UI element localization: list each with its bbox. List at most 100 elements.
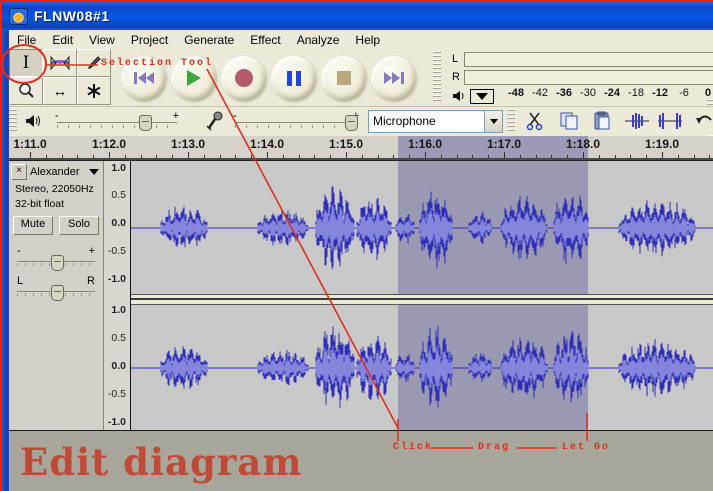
output-volume-slider[interactable]: - +	[57, 117, 177, 129]
tools-grid: I ↔	[9, 49, 111, 105]
stereo-waveform	[131, 161, 713, 430]
multi-tool-button[interactable]	[77, 77, 111, 105]
drag-label: Drag	[478, 442, 510, 453]
menu-analyze[interactable]: Analyze	[289, 31, 348, 49]
time-label: 1:17.0	[487, 137, 521, 151]
magnifier-icon	[17, 82, 35, 100]
db-tick: -12	[648, 87, 672, 99]
meter-scale-row: -48 -42 -36 -30 -24 -18 -12 -6 0	[452, 87, 713, 105]
input-volume-thumb[interactable]	[345, 115, 358, 131]
vr-label: -1.0	[108, 416, 126, 428]
gain-thumb[interactable]	[51, 255, 64, 271]
pan-thumb[interactable]	[51, 285, 64, 301]
copy-icon	[559, 111, 579, 131]
vr-label: 0.5	[111, 332, 126, 344]
annotation-border-left	[0, 0, 2, 491]
zoom-tool-button[interactable]	[9, 77, 43, 105]
vr-label: -1.0	[108, 273, 126, 285]
pause-button[interactable]	[271, 56, 316, 101]
track-name: Alexander	[30, 166, 80, 178]
track-close-button[interactable]: ×	[11, 164, 27, 180]
db-tick: -36	[552, 87, 576, 99]
track-region: × Alexander Stereo, 22050Hz 32-bit float…	[9, 160, 713, 432]
db-scale: -48 -42 -36 -30 -24 -18 -12 -6 0	[504, 87, 713, 99]
menu-edit[interactable]: Edit	[44, 31, 81, 49]
time-shift-tool-button[interactable]: ↔	[43, 77, 77, 105]
input-source-select[interactable]: Microphone	[368, 110, 503, 133]
db-tick: -42	[528, 87, 552, 99]
ibeam-icon: I	[23, 53, 30, 73]
input-volume-slider[interactable]: - +	[235, 117, 357, 129]
output-max-label: +	[173, 110, 179, 122]
time-label: 1:13.0	[171, 137, 205, 151]
time-label: 1:14.0	[250, 137, 284, 151]
menu-file[interactable]: File	[9, 31, 44, 49]
output-speaker-icon	[25, 114, 41, 128]
timeline-ruler[interactable]: 1:11.0 1:12.0 1:13.0 1:14.0 1:15.0 1:16.…	[9, 136, 713, 160]
stop-icon	[336, 70, 352, 86]
silence-button[interactable]	[655, 109, 685, 133]
cut-scissors-icon	[526, 111, 546, 131]
edit-toolbar-grip[interactable]	[507, 109, 515, 133]
combo-arrow-icon	[490, 119, 498, 124]
speaker-icon	[452, 90, 466, 102]
record-icon	[234, 68, 254, 88]
skip-to-end-button[interactable]	[371, 56, 416, 101]
envelope-tool-button[interactable]	[43, 49, 77, 77]
menu-generate[interactable]: Generate	[176, 31, 242, 49]
track-title-menu[interactable]: Alexander	[27, 166, 101, 178]
selection-tool-button[interactable]: I	[9, 49, 43, 77]
gain-slider[interactable]: - +	[17, 257, 95, 267]
db-tick: -30	[576, 87, 600, 99]
selection-tool-callout: Selection Tool	[101, 58, 213, 69]
edit-diagram-caption: Edit diagram	[20, 440, 303, 484]
envelope-icon	[49, 55, 71, 71]
title-bar[interactable]: FLNW08#1	[2, 2, 713, 30]
db-tick: -48	[504, 87, 528, 99]
arrows-icon: ↔	[53, 83, 68, 100]
menu-effect[interactable]: Effect	[242, 31, 288, 49]
pause-icon	[286, 70, 302, 87]
meter-toolbar-grip[interactable]	[433, 51, 441, 103]
track-format-label: Stereo, 22050Hz	[15, 183, 103, 195]
pan-right-label: R	[87, 275, 95, 287]
skip-to-start-icon	[133, 70, 155, 86]
mixer-grip[interactable]	[9, 109, 17, 133]
mixer-toolbar: - + - + Microphone	[9, 107, 713, 135]
trim-button[interactable]	[622, 109, 652, 133]
input-source-value: Microphone	[369, 111, 484, 132]
output-volume-thumb[interactable]	[139, 115, 152, 131]
db-tick: -24	[600, 87, 624, 99]
record-button[interactable]	[221, 56, 266, 101]
menu-help[interactable]: Help	[347, 31, 388, 49]
meter-left-bar	[464, 52, 713, 67]
menu-project[interactable]: Project	[123, 31, 176, 49]
audacity-window: FLNW08#1 File Edit View Project Generate…	[0, 0, 713, 491]
pan-left-label: L	[17, 275, 23, 287]
paste-button[interactable]	[587, 109, 617, 133]
combo-arrow-button[interactable]	[484, 111, 502, 132]
waveform-area[interactable]	[131, 161, 713, 430]
vr-label: 0.0	[111, 360, 126, 372]
db-tick: 0	[696, 87, 713, 99]
menu-view[interactable]: View	[81, 31, 123, 49]
meter-dropdown-button[interactable]	[470, 89, 494, 104]
vr-label: -0.5	[108, 245, 126, 257]
stop-button[interactable]	[321, 56, 366, 101]
copy-button[interactable]	[554, 109, 584, 133]
pan-slider[interactable]: L R	[17, 287, 95, 297]
vr-label: 1.0	[111, 304, 126, 316]
solo-button[interactable]: Solo	[59, 216, 99, 235]
track-control-panel: × Alexander Stereo, 22050Hz 32-bit float…	[9, 161, 104, 430]
cut-button[interactable]	[521, 109, 551, 133]
meter-right-label: R	[452, 71, 464, 83]
play-icon	[185, 69, 203, 87]
track-depth-label: 32-bit float	[15, 198, 103, 210]
star-icon	[86, 83, 102, 99]
undo-icon	[695, 112, 713, 130]
time-label: 1:12.0	[92, 137, 126, 151]
mute-button[interactable]: Mute	[13, 216, 53, 235]
undo-button[interactable]	[690, 109, 713, 133]
skip-to-end-icon	[383, 70, 405, 86]
paste-icon	[592, 111, 612, 131]
